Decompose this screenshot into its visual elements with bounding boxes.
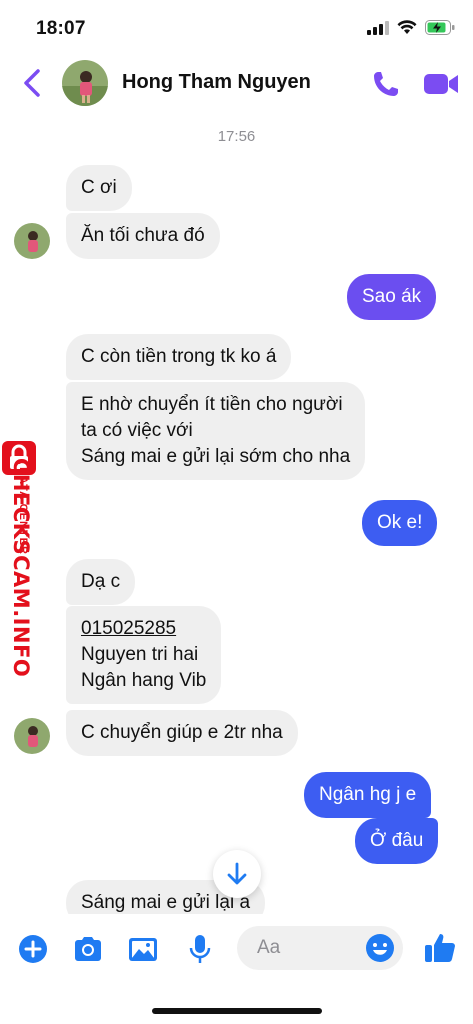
conversation-header: Hong Tham Nguyen bbox=[0, 56, 473, 112]
emoji-icon[interactable] bbox=[364, 932, 396, 964]
message-outgoing[interactable]: Sao ák bbox=[347, 274, 437, 320]
message-input-placeholder: Aa bbox=[257, 937, 281, 958]
thumbs-up-icon[interactable] bbox=[422, 930, 458, 966]
image-gallery-icon[interactable] bbox=[126, 932, 160, 966]
message-line: ta có việc với bbox=[81, 420, 193, 441]
wifi-icon bbox=[397, 20, 417, 34]
message-incoming-multiline[interactable]: 015025285 Nguyen tri hai Ngân hang Vib bbox=[66, 606, 222, 704]
message-outgoing[interactable]: Ok e! bbox=[362, 500, 438, 546]
video-call-icon[interactable] bbox=[422, 68, 460, 100]
message-line: Sáng mai e gửi lại sớm cho nha bbox=[81, 446, 351, 467]
arrow-down-icon bbox=[227, 862, 247, 885]
watermark-brand: CHECKSCAM.INFO bbox=[9, 458, 33, 678]
status-time: 18:07 bbox=[36, 18, 86, 39]
message-outgoing[interactable]: Ngân hg j e bbox=[304, 772, 432, 818]
account-number-link[interactable]: 015025285 bbox=[81, 616, 206, 642]
message-incoming-multiline[interactable]: E nhờ chuyển ít tiền cho người ta có việ… bbox=[66, 382, 366, 480]
message-line: Ngân hang Vib bbox=[81, 670, 207, 691]
message-line: E nhờ chuyển ít tiền cho người bbox=[81, 394, 343, 415]
message-outgoing[interactable]: Ở đâu bbox=[355, 818, 439, 864]
scroll-to-bottom-button[interactable] bbox=[213, 850, 261, 898]
home-indicator bbox=[152, 1008, 322, 1014]
signal-icon bbox=[367, 20, 389, 35]
composer-bar: Aa bbox=[0, 914, 473, 1024]
message-incoming[interactable]: Dạ c bbox=[66, 559, 136, 605]
contact-avatar-small bbox=[14, 223, 50, 259]
microphone-icon[interactable] bbox=[183, 932, 217, 966]
plus-circle-icon[interactable] bbox=[16, 932, 50, 966]
battery-charging-icon bbox=[425, 20, 455, 35]
camera-icon[interactable] bbox=[71, 932, 105, 966]
watermark: DATA CENTER CHECKSCAM.INFO bbox=[0, 435, 50, 678]
message-timestamp: 17:56 bbox=[217, 128, 256, 145]
message-incoming[interactable]: C còn tiền trong tk ko á bbox=[66, 334, 292, 380]
contact-avatar-small bbox=[14, 718, 50, 754]
message-line: Nguyen tri hai bbox=[81, 644, 199, 665]
status-icons bbox=[367, 20, 455, 35]
back-chevron-icon[interactable] bbox=[18, 66, 48, 100]
message-incoming[interactable]: C chuyển giúp e 2tr nha bbox=[66, 710, 298, 756]
message-incoming[interactable]: C ơi bbox=[66, 165, 132, 211]
phone-call-icon[interactable] bbox=[370, 68, 402, 100]
status-bar: 18:07 bbox=[0, 0, 473, 56]
contact-avatar[interactable] bbox=[62, 60, 108, 106]
contact-name[interactable]: Hong Tham Nguyen bbox=[122, 71, 311, 94]
message-incoming[interactable]: Ăn tối chưa đó bbox=[66, 213, 220, 259]
